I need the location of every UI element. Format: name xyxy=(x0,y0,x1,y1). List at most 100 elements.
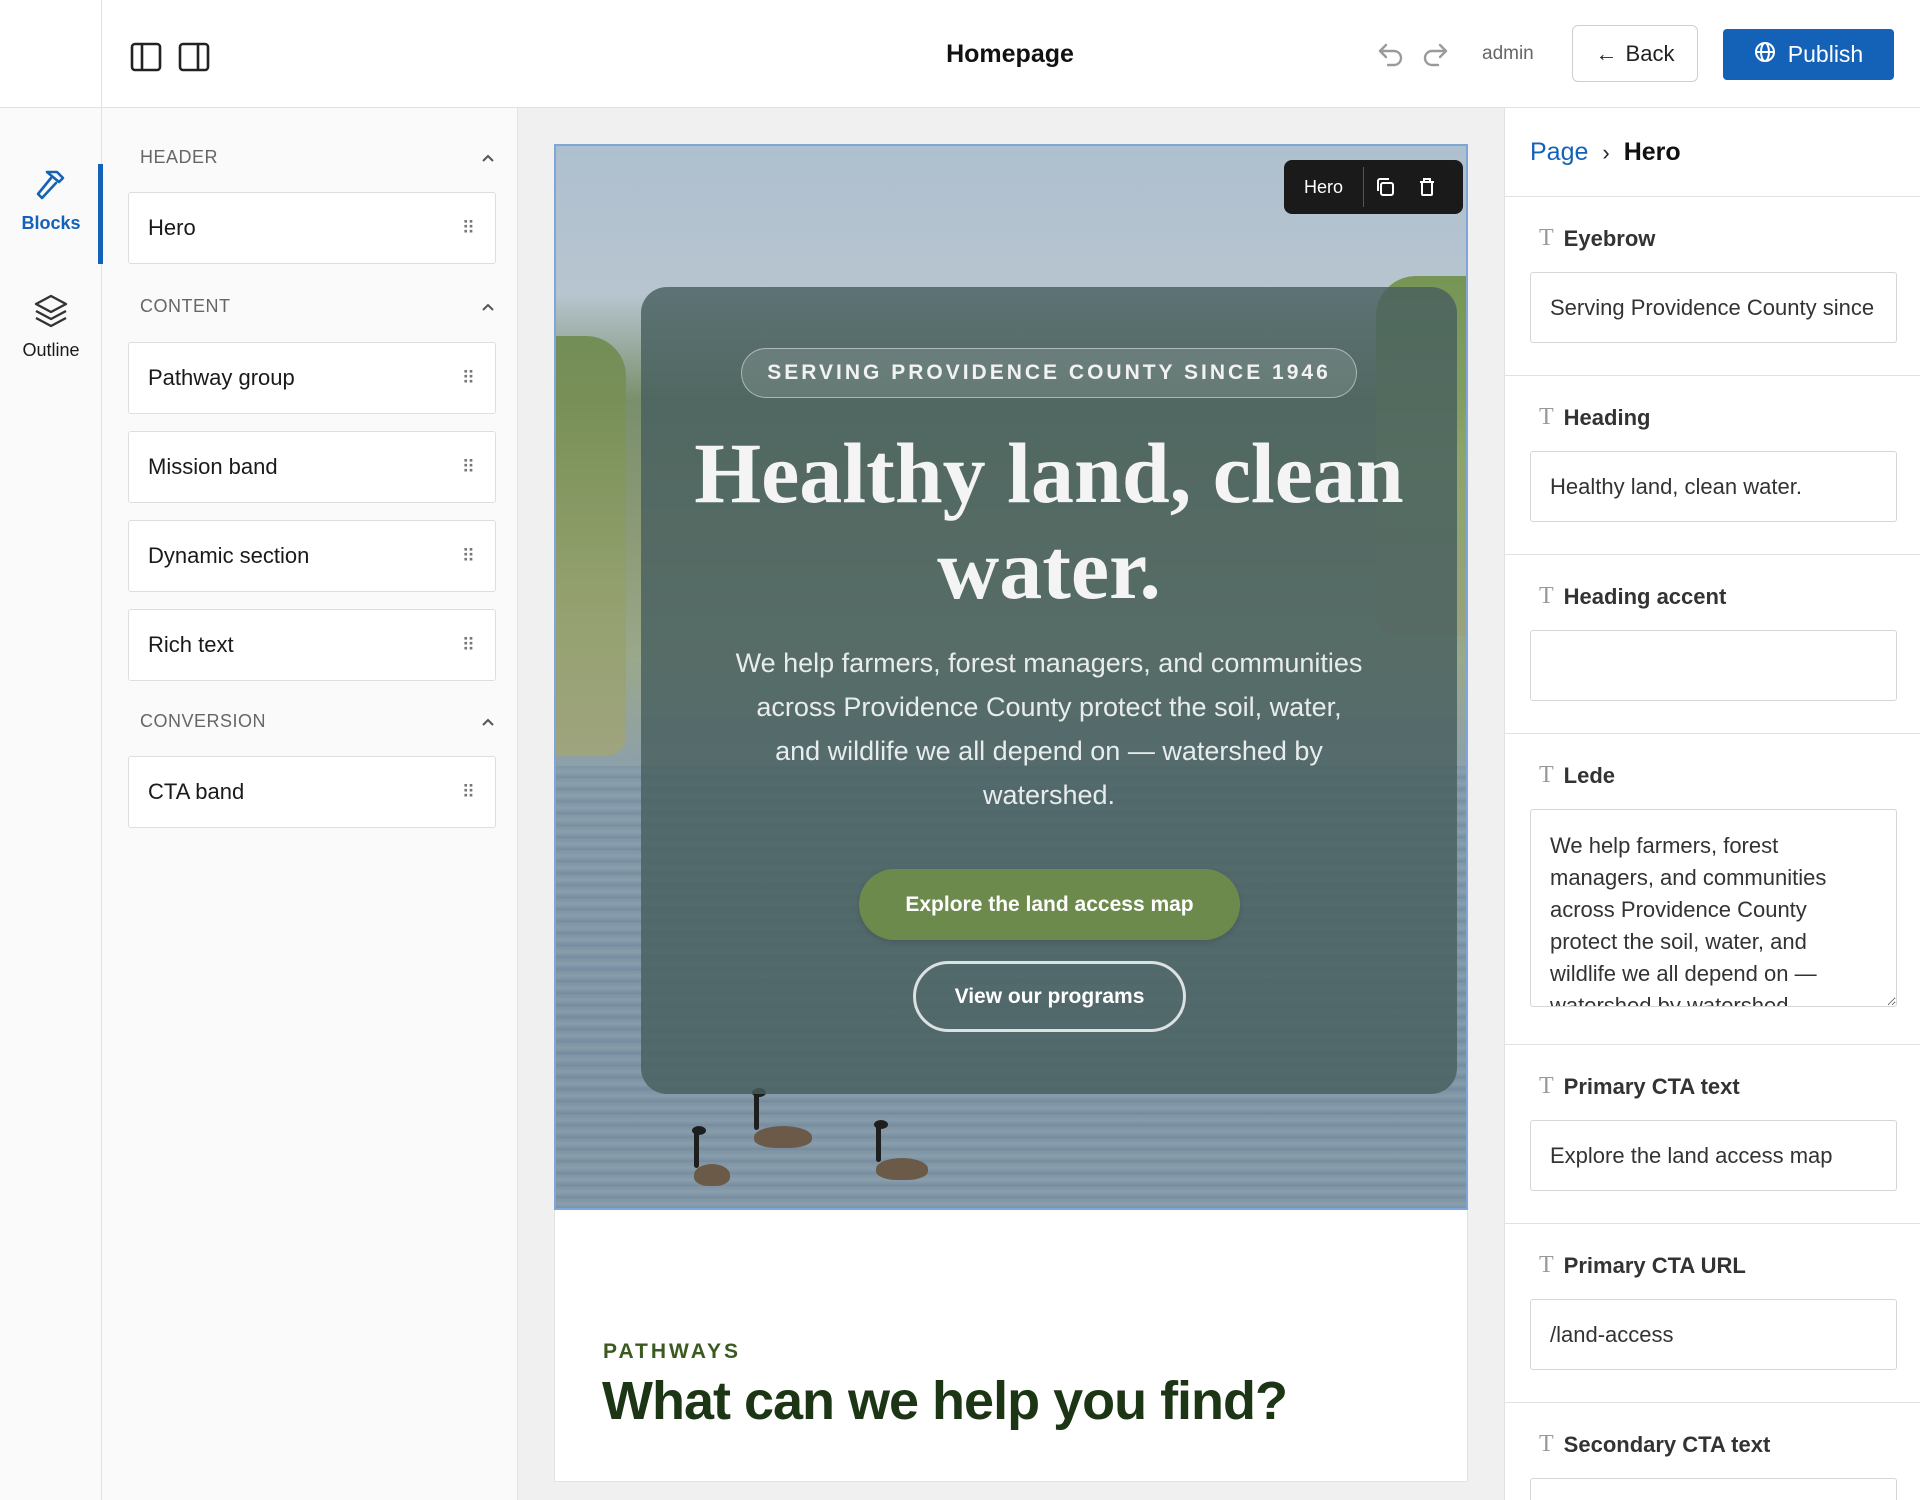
blocks-panel: HEADER Hero ⠿ CONTENT Pathway group ⠿ Mi… xyxy=(103,108,518,1500)
block-label: Pathway group xyxy=(148,365,295,390)
field-label-eyebrow: T Eyebrow xyxy=(1539,225,1655,252)
field-label-primary-cta-text: T Primary CTA text xyxy=(1539,1073,1740,1100)
block-rich-text[interactable]: Rich text ⠿ xyxy=(128,609,496,681)
drag-handle-icon[interactable]: ⠿ xyxy=(462,457,475,478)
divider xyxy=(1505,1402,1920,1403)
group-header-conversion[interactable]: CONVERSION xyxy=(140,706,495,736)
block-hero[interactable]: Hero ⠿ xyxy=(128,192,496,264)
drag-handle-icon[interactable]: ⠿ xyxy=(462,368,475,389)
field-label-text: Heading xyxy=(1563,404,1651,430)
group-title: CONVERSION xyxy=(140,710,267,731)
text-type-icon: T xyxy=(1539,1073,1554,1099)
page-title: Homepage xyxy=(946,40,1074,68)
hero-eyebrow: SERVING PROVIDENCE COUNTY SINCE 1946 xyxy=(741,348,1357,398)
back-button-label: Back xyxy=(1625,40,1675,66)
top-bar: Homepage admin ← Back Publish xyxy=(0,0,1920,108)
chevron-right-icon: › xyxy=(1602,139,1610,165)
field-label-text: Lede xyxy=(1563,762,1616,788)
block-label: CTA band xyxy=(148,779,245,804)
goose-image xyxy=(874,1120,928,1180)
duplicate-icon[interactable] xyxy=(1364,167,1406,207)
hero-lede: We help farmers, forest managers, and co… xyxy=(735,648,1363,810)
heading-field[interactable] xyxy=(1530,451,1897,522)
goose-image xyxy=(692,1126,730,1186)
divider xyxy=(1505,1223,1920,1224)
logo-cell xyxy=(0,0,102,108)
publish-button[interactable]: Publish xyxy=(1723,29,1894,80)
text-type-icon: T xyxy=(1539,1252,1554,1278)
rail-item-outline[interactable]: Outline xyxy=(0,293,102,393)
toggle-right-sidebar-icon[interactable] xyxy=(176,39,212,75)
primary-cta-url-field[interactable] xyxy=(1530,1299,1897,1370)
field-label-primary-cta-url: T Primary CTA URL xyxy=(1539,1252,1746,1279)
hero-toolbar-label: Hero xyxy=(1284,167,1364,207)
hero-photo-trees-left xyxy=(556,336,626,756)
publish-button-label: Publish xyxy=(1787,41,1864,67)
field-label-lede: T Lede xyxy=(1539,762,1615,789)
divider xyxy=(1505,554,1920,555)
pathways-eyebrow: PATHWAYS xyxy=(603,1340,741,1363)
goose-image xyxy=(752,1088,812,1148)
redo-icon[interactable] xyxy=(1418,38,1452,72)
hero-block-toolbar: Hero xyxy=(1284,160,1463,214)
left-rail: Blocks Outline xyxy=(0,108,103,1500)
field-label-secondary-cta-text: T Secondary CTA text xyxy=(1539,1431,1770,1458)
field-label-text: Secondary CTA text xyxy=(1563,1431,1771,1457)
block-label: Dynamic section xyxy=(148,543,310,568)
field-label-text: Primary CTA text xyxy=(1563,1073,1740,1099)
block-mission-band[interactable]: Mission band ⠿ xyxy=(128,431,496,503)
breadcrumb: Page › Hero xyxy=(1530,138,1681,167)
block-cta-band[interactable]: CTA band ⠿ xyxy=(128,756,496,828)
divider xyxy=(1505,1044,1920,1045)
hero-primary-cta[interactable]: Explore the land access map xyxy=(859,869,1240,940)
block-label: Hero xyxy=(148,215,196,240)
text-type-icon: T xyxy=(1539,583,1554,609)
lede-field[interactable]: We help farmers, forest managers, and co… xyxy=(1530,809,1897,1007)
block-label: Rich text xyxy=(148,632,234,657)
rail-item-label: Blocks xyxy=(21,213,81,233)
group-header-content[interactable]: CONTENT xyxy=(140,291,495,321)
drag-handle-icon[interactable]: ⠿ xyxy=(462,635,475,656)
primary-cta-text-field[interactable] xyxy=(1530,1120,1897,1191)
group-title: HEADER xyxy=(140,146,219,167)
divider xyxy=(1505,375,1920,376)
text-type-icon: T xyxy=(1539,404,1554,430)
back-button[interactable]: ← Back xyxy=(1572,25,1698,82)
breadcrumb-parent[interactable]: Page xyxy=(1530,138,1588,167)
field-label-text: Eyebrow xyxy=(1563,225,1656,251)
drag-handle-icon[interactable]: ⠿ xyxy=(462,218,475,239)
block-dynamic-section[interactable]: Dynamic section ⠿ xyxy=(128,520,496,592)
field-label-text: Primary CTA URL xyxy=(1563,1252,1746,1278)
group-title: CONTENT xyxy=(140,295,231,316)
hero-block[interactable]: SERVING PROVIDENCE COUNTY SINCE 1946 Hea… xyxy=(554,144,1468,1210)
text-type-icon: T xyxy=(1539,762,1554,788)
heading-accent-field[interactable] xyxy=(1530,630,1897,701)
divider xyxy=(1505,196,1920,197)
divider xyxy=(1505,733,1920,734)
chevron-up-icon xyxy=(481,296,495,317)
pathways-heading: What can we help you find? xyxy=(602,1371,1288,1431)
globe-icon xyxy=(1754,41,1776,69)
trash-icon[interactable] xyxy=(1406,167,1448,207)
text-type-icon: T xyxy=(1539,225,1554,251)
eyebrow-field[interactable] xyxy=(1530,272,1897,343)
breadcrumb-current: Hero xyxy=(1623,138,1681,166)
rail-item-label: Outline xyxy=(22,340,80,360)
chevron-up-icon xyxy=(481,711,495,732)
block-pathway-group[interactable]: Pathway group ⠿ xyxy=(128,342,496,414)
pathway-group-block[interactable]: PATHWAYS What can we help you find? xyxy=(554,1210,1468,1482)
field-label-text: Heading accent xyxy=(1563,583,1727,609)
hammer-icon xyxy=(33,166,69,207)
drag-handle-icon[interactable]: ⠿ xyxy=(462,782,475,803)
group-header-header[interactable]: HEADER xyxy=(140,142,495,172)
toggle-left-sidebar-icon[interactable] xyxy=(128,39,164,75)
drag-handle-icon[interactable]: ⠿ xyxy=(462,546,475,567)
user-name: admin xyxy=(1482,43,1534,64)
block-label: Mission band xyxy=(148,454,278,479)
hero-card: SERVING PROVIDENCE COUNTY SINCE 1946 Hea… xyxy=(641,287,1457,1094)
secondary-cta-text-field[interactable] xyxy=(1530,1478,1897,1500)
undo-icon[interactable] xyxy=(1374,38,1408,72)
hero-secondary-cta[interactable]: View our programs xyxy=(913,961,1186,1032)
chevron-up-icon xyxy=(481,147,495,168)
rail-item-blocks[interactable]: Blocks xyxy=(0,164,103,266)
